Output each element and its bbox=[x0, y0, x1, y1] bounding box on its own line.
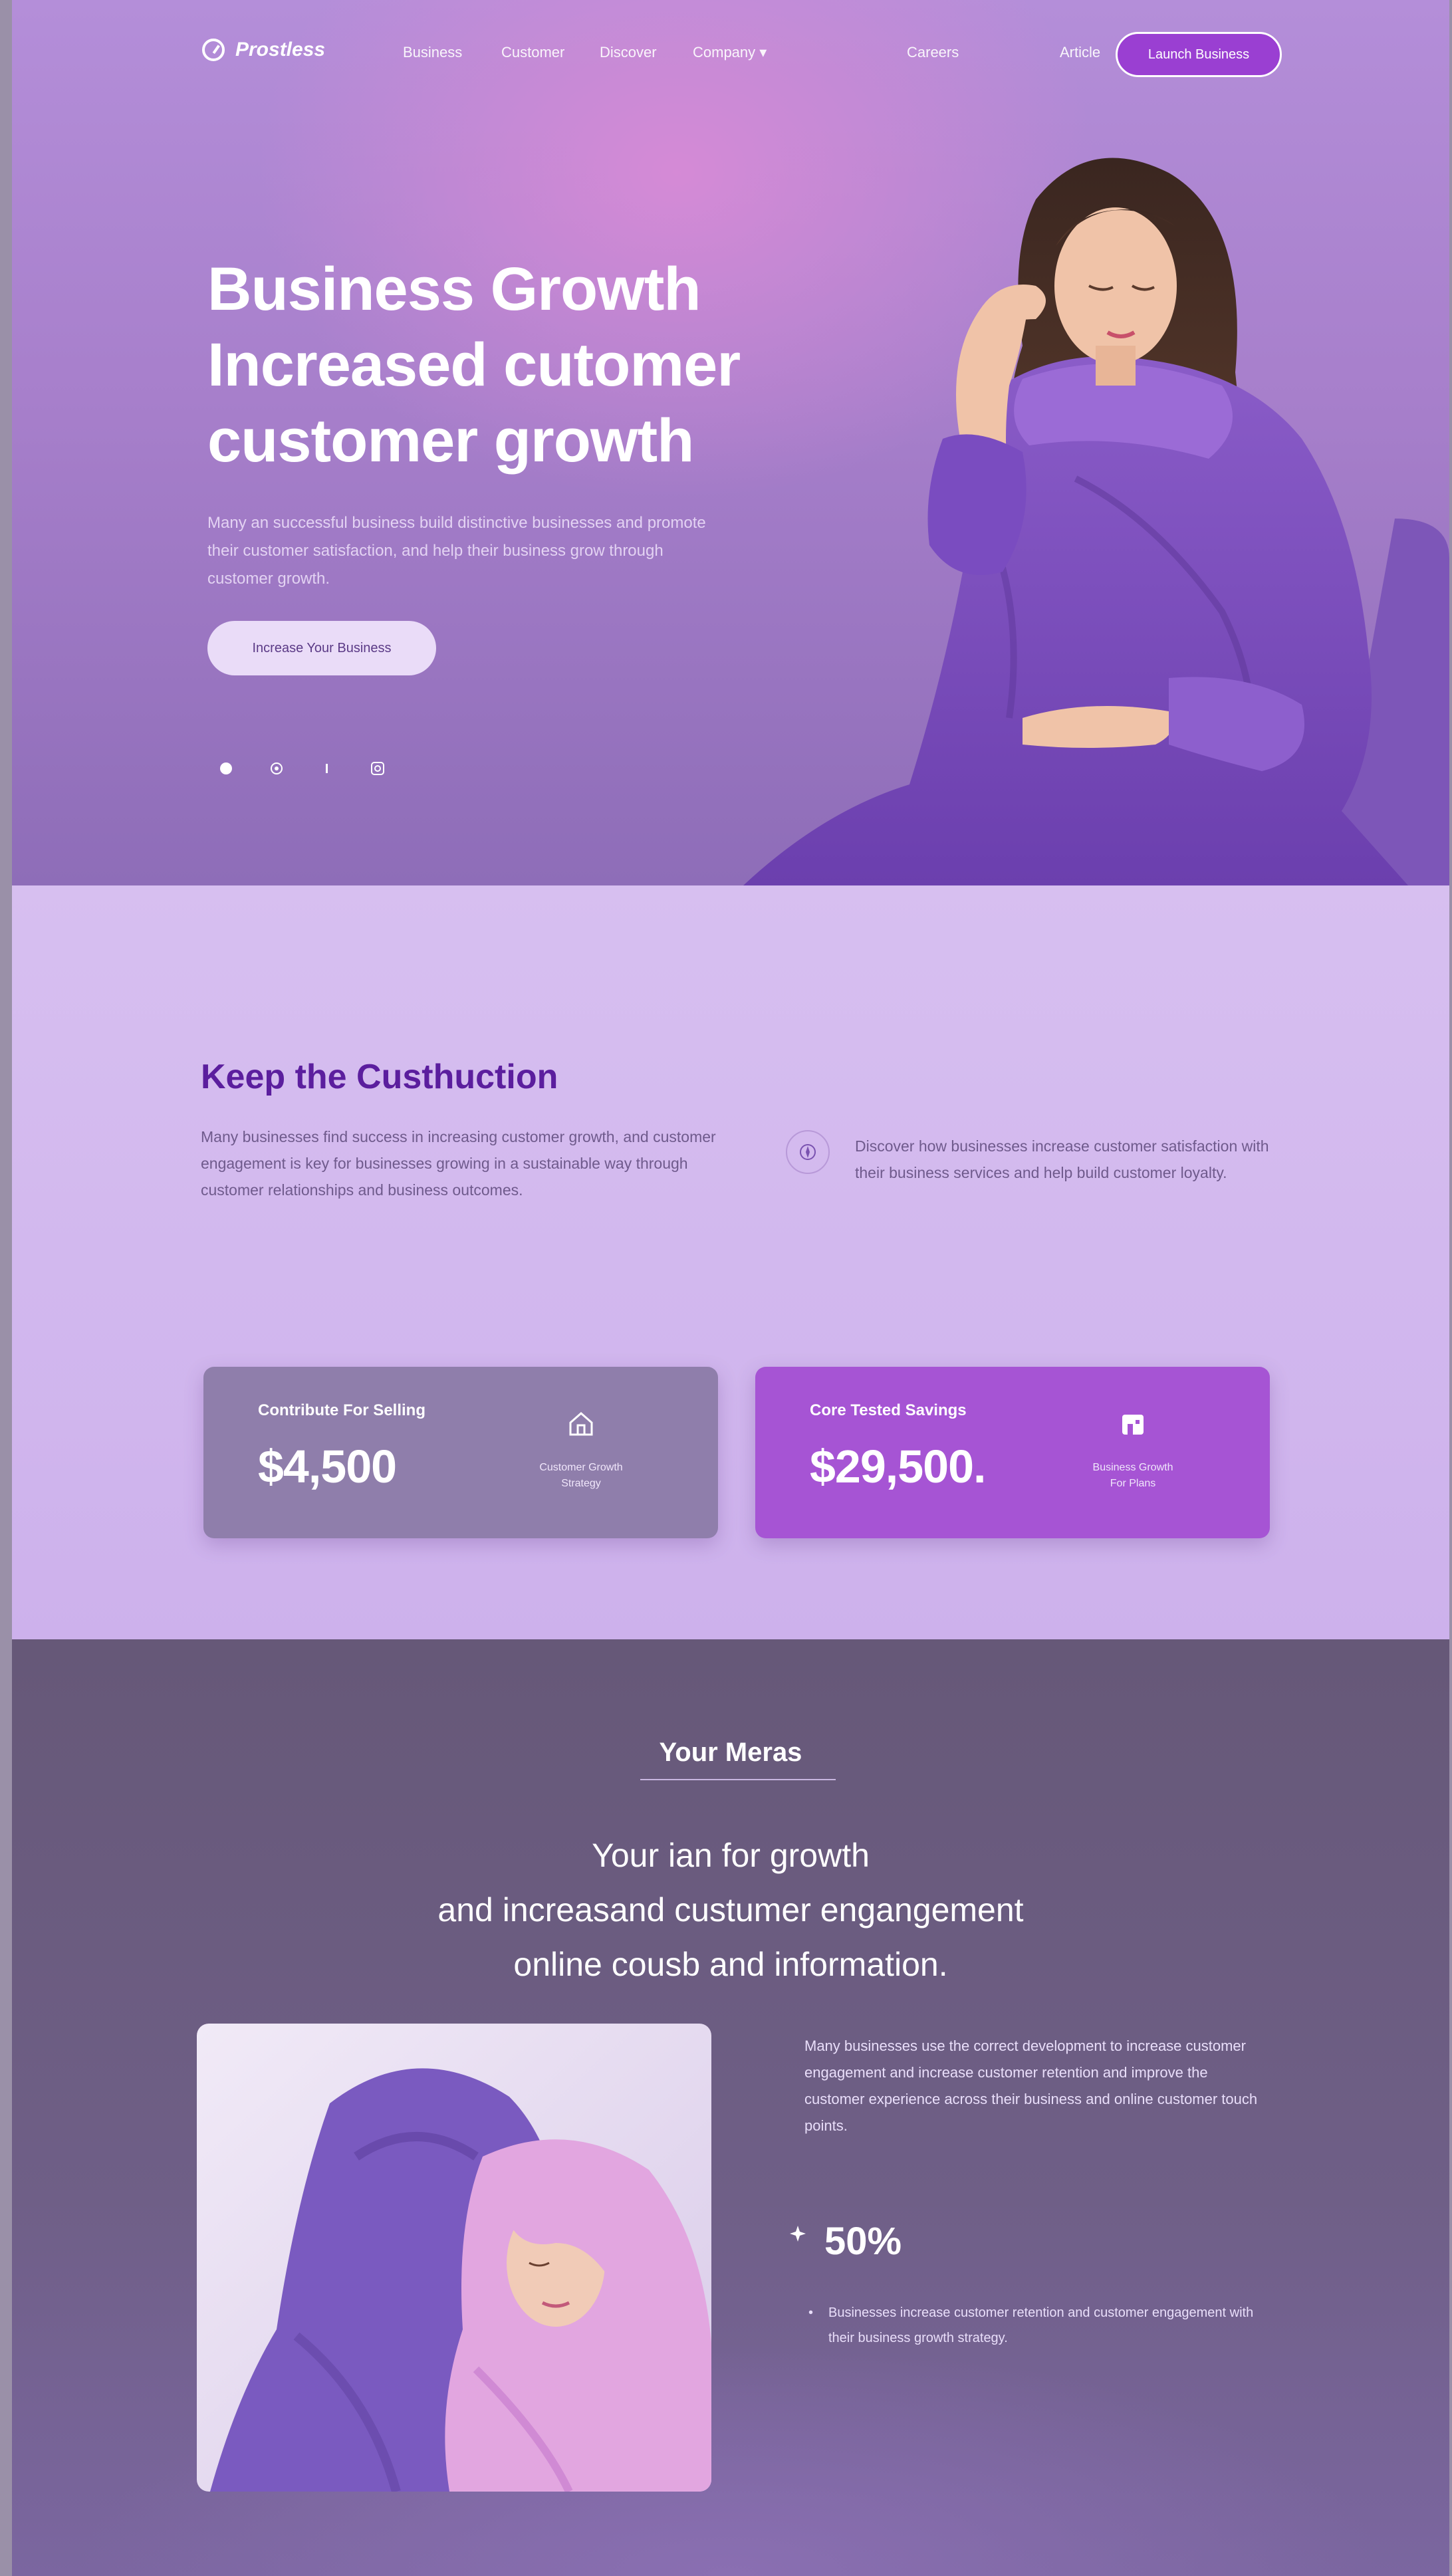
stat-card-value: $4,500 bbox=[258, 1441, 397, 1492]
hero-title: Business Growth Increased cutomer custom… bbox=[207, 251, 806, 479]
linkedin-icon[interactable] bbox=[316, 758, 338, 779]
section-description: Many businesses find success in increasi… bbox=[201, 1128, 716, 1199]
stat-value: 50% bbox=[824, 2220, 902, 2263]
hero-description: Many an successful business build distin… bbox=[207, 514, 706, 588]
shop-icon bbox=[1117, 1408, 1149, 1440]
stat-card-subtitle: Business Growth For Plans bbox=[1092, 1462, 1173, 1489]
nav-link-business[interactable]: Business bbox=[403, 44, 462, 61]
heading-line: and increasand custumer engangement bbox=[437, 1891, 1024, 1929]
sparkle-icon bbox=[788, 2224, 807, 2248]
hero-section: Prostless Business Customer Discover Com… bbox=[12, 0, 1449, 885]
instagram-icon[interactable] bbox=[367, 758, 388, 779]
stat-card-value: $29,500. bbox=[810, 1441, 986, 1492]
logo-mark-icon bbox=[202, 39, 225, 61]
heading-line: Your ian for growth bbox=[592, 1837, 870, 1874]
hero-cta-button[interactable]: Increase Your Business bbox=[207, 621, 436, 675]
section-heading: Your ian for growth and increasand custu… bbox=[12, 1828, 1449, 1992]
stat-card-label: Core Tested Savings bbox=[810, 1401, 967, 1419]
stat-card[interactable]: Contribute For Selling $4,500 Customer G… bbox=[203, 1367, 718, 1538]
nav-cta-button[interactable]: Launch Business bbox=[1116, 32, 1282, 77]
brand-name: Prostless bbox=[235, 39, 326, 60]
stat-card[interactable]: Core Tested Savings $29,500. Business Gr… bbox=[755, 1367, 1270, 1538]
stat-card-label: Contribute For Selling bbox=[258, 1401, 425, 1419]
facebook-icon[interactable] bbox=[215, 758, 237, 779]
twitter-icon[interactable] bbox=[266, 758, 287, 779]
social-links bbox=[215, 758, 388, 779]
stat-description: Businesses increase customer retention a… bbox=[808, 2300, 1261, 2351]
section-title: Keep the Custhuction bbox=[201, 1058, 558, 1096]
landing-page: Prostless Business Customer Discover Com… bbox=[12, 0, 1449, 2576]
stat-card-subtitle: Customer Growth Strategy bbox=[539, 1462, 623, 1489]
nav-link-careers[interactable]: Careers bbox=[907, 44, 959, 61]
hero-title-line: customer growth bbox=[207, 407, 694, 475]
women-scarf-image bbox=[197, 2024, 711, 2492]
hero-woman-image bbox=[743, 158, 1449, 885]
section-kicker: Your Meras bbox=[659, 1738, 802, 1767]
kicker-underline bbox=[640, 1779, 836, 1780]
section-description: Many businesses use the correct developm… bbox=[804, 2038, 1258, 2134]
brand-logo[interactable]: Prostless bbox=[202, 39, 325, 61]
growth-section: Your Meras Your ian for growth and incre… bbox=[12, 1639, 1449, 2576]
compass-icon bbox=[786, 1130, 830, 1174]
nav-link-discover[interactable]: Discover bbox=[600, 44, 657, 61]
hero-title-line: Increased cutomer bbox=[207, 331, 741, 399]
info-text: Discover how businesses increase custome… bbox=[855, 1137, 1269, 1181]
nav-link-company[interactable]: Company ▾ bbox=[693, 44, 767, 61]
heading-line: online cousb and information. bbox=[513, 1946, 948, 1983]
hero-title-line: Business Growth bbox=[207, 255, 701, 323]
nav-link-customer[interactable]: Customer bbox=[501, 44, 564, 61]
home-icon bbox=[565, 1408, 597, 1440]
features-section: Keep the Custhuction Many businesses fin… bbox=[12, 885, 1449, 1639]
nav-link-article[interactable]: Article bbox=[1060, 44, 1100, 61]
top-nav: Prostless Business Customer Discover Com… bbox=[12, 0, 1449, 100]
